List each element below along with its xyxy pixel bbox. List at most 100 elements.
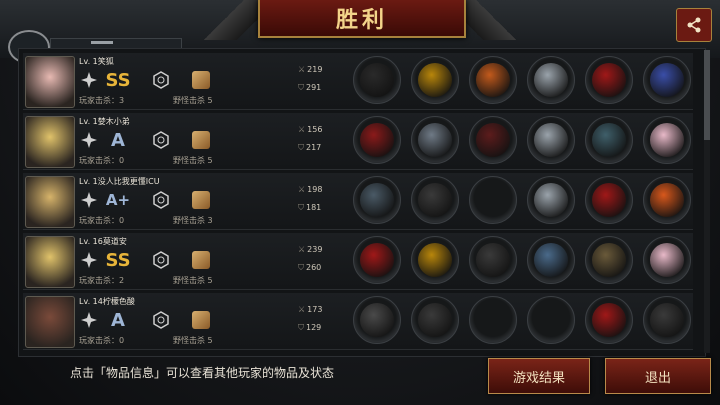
game-result-button[interactable]: 游戏结果 bbox=[488, 358, 590, 394]
item-icon bbox=[360, 303, 394, 337]
defense-stat: ⛉ 129 bbox=[298, 323, 321, 333]
item-icon bbox=[534, 183, 568, 217]
share-button[interactable] bbox=[676, 8, 712, 42]
item-icon bbox=[476, 63, 510, 97]
defense-value: 260 bbox=[306, 263, 322, 272]
monster-kills: 野怪击杀 5 bbox=[173, 276, 213, 285]
item-slot[interactable] bbox=[469, 236, 517, 284]
shield-icon: ⛉ bbox=[298, 203, 304, 212]
defense-value: 291 bbox=[306, 83, 322, 92]
player-row[interactable]: Lv. 14柠檬色酸 A 玩家击杀：0 野怪击杀 5 ⚔ 173 ⛉ 129 bbox=[23, 293, 693, 350]
item-slot[interactable] bbox=[411, 116, 459, 164]
item-icon bbox=[592, 63, 626, 97]
item-icon bbox=[360, 243, 394, 277]
attack-value: 156 bbox=[307, 125, 323, 134]
item-slot[interactable] bbox=[469, 296, 517, 344]
item-slot[interactable] bbox=[527, 296, 575, 344]
item-icon bbox=[418, 183, 452, 217]
footer-hint: 点击「物品信息」可以查看其他玩家的物品及状态 bbox=[70, 366, 335, 380]
item-icon bbox=[592, 123, 626, 157]
player-kills: 玩家击杀：0 bbox=[79, 336, 125, 345]
exit-button[interactable]: 退出 bbox=[605, 358, 711, 394]
buff-icon bbox=[191, 250, 211, 270]
player-kills: 玩家击杀：2 bbox=[79, 276, 125, 285]
item-icon bbox=[592, 303, 626, 337]
item-slot[interactable] bbox=[585, 176, 633, 224]
item-slot[interactable] bbox=[411, 56, 459, 104]
rank-badge: SS bbox=[105, 69, 131, 91]
item-slot[interactable] bbox=[527, 236, 575, 284]
item-slot[interactable] bbox=[643, 56, 691, 104]
item-icon bbox=[534, 63, 568, 97]
shield-icon: ⛉ bbox=[298, 83, 304, 92]
item-slot[interactable] bbox=[469, 56, 517, 104]
item-slot[interactable] bbox=[643, 116, 691, 164]
results-panel: Lv. 1笑狐 SS 玩家击杀：3 野怪击杀 5 ⚔ 219 ⛉ 291 Lv. 1婪木小弟 A 玩… bbox=[18, 48, 706, 357]
item-slot[interactable] bbox=[353, 296, 401, 344]
emblem-icon bbox=[151, 70, 171, 90]
item-icon bbox=[650, 183, 684, 217]
player-row[interactable]: Lv. 1笑狐 SS 玩家击杀：3 野怪击杀 5 ⚔ 219 ⛉ 291 bbox=[23, 53, 693, 110]
attack-stat: ⚔ 173 bbox=[298, 305, 322, 314]
item-icon bbox=[592, 243, 626, 277]
buff-icon bbox=[191, 130, 211, 150]
scrollbar[interactable] bbox=[704, 50, 710, 353]
attack-stat: ⚔ 198 bbox=[298, 185, 322, 194]
rank-badge: A bbox=[111, 309, 125, 331]
player-portrait[interactable] bbox=[25, 56, 75, 108]
item-slot[interactable] bbox=[411, 296, 459, 344]
item-slot[interactable] bbox=[527, 176, 575, 224]
item-slot[interactable] bbox=[469, 116, 517, 164]
defense-value: 181 bbox=[306, 203, 322, 212]
item-slot[interactable] bbox=[585, 236, 633, 284]
victory-banner: 胜利 bbox=[258, 0, 466, 38]
item-slot[interactable] bbox=[469, 176, 517, 224]
player-level-name: Lv. 16莫道安 bbox=[79, 236, 127, 247]
player-row[interactable]: Lv. 1婪木小弟 A 玩家击杀：0 野怪击杀 5 ⚔ 156 ⛉ 217 bbox=[23, 113, 693, 170]
item-icon bbox=[650, 123, 684, 157]
defense-value: 129 bbox=[306, 323, 322, 332]
player-level-name: Lv. 1婪木小弟 bbox=[79, 116, 130, 127]
skill-icon bbox=[79, 310, 99, 330]
player-portrait[interactable] bbox=[25, 176, 75, 228]
player-list[interactable]: Lv. 1笑狐 SS 玩家击杀：3 野怪击杀 5 ⚔ 219 ⛉ 291 Lv. 1婪木小弟 A 玩… bbox=[23, 53, 701, 353]
skill-icon bbox=[79, 250, 99, 270]
item-slot[interactable] bbox=[411, 176, 459, 224]
shield-icon: ⛉ bbox=[298, 323, 304, 332]
item-slot[interactable] bbox=[527, 56, 575, 104]
item-slot[interactable] bbox=[585, 116, 633, 164]
player-portrait[interactable] bbox=[25, 296, 75, 348]
defense-stat: ⛉ 181 bbox=[298, 203, 321, 213]
monster-kills: 野怪击杀 5 bbox=[173, 156, 213, 165]
player-name: 笑狐 bbox=[97, 57, 114, 66]
item-slot[interactable] bbox=[643, 236, 691, 284]
player-row[interactable]: Lv. 1没人比我更懂ICU A+ 玩家击杀：0 野怪击杀 3 ⚔ 198 ⛉ 181 bbox=[23, 173, 693, 230]
item-icon bbox=[418, 303, 452, 337]
player-portrait[interactable] bbox=[25, 236, 75, 288]
scrollbar-thumb[interactable] bbox=[704, 50, 710, 140]
item-slot[interactable] bbox=[643, 296, 691, 344]
item-slot[interactable] bbox=[585, 56, 633, 104]
item-slot[interactable] bbox=[643, 176, 691, 224]
page-title: 胜利 bbox=[335, 8, 388, 33]
player-level-name: Lv. 1没人比我更懂ICU bbox=[79, 176, 160, 187]
item-slot[interactable] bbox=[585, 296, 633, 344]
emblem-icon bbox=[151, 250, 171, 270]
player-name: 婪木小弟 bbox=[97, 117, 130, 126]
item-slot[interactable] bbox=[353, 236, 401, 284]
monster-kills: 野怪击杀 5 bbox=[173, 336, 213, 345]
player-kills: 玩家击杀：3 bbox=[79, 96, 125, 105]
buff-icon bbox=[191, 190, 211, 210]
emblem-icon bbox=[151, 190, 171, 210]
crossed-swords-icon: ⚔ bbox=[298, 245, 306, 254]
item-slot[interactable] bbox=[527, 116, 575, 164]
crossed-swords-icon: ⚔ bbox=[298, 185, 306, 194]
item-slot[interactable] bbox=[353, 56, 401, 104]
item-slot[interactable] bbox=[353, 116, 401, 164]
item-slot[interactable] bbox=[353, 176, 401, 224]
player-level-name: Lv. 14柠檬色酸 bbox=[79, 296, 135, 307]
player-row[interactable]: Lv. 16莫道安 SS 玩家击杀：2 野怪击杀 5 ⚔ 239 ⛉ 260 bbox=[23, 233, 693, 290]
player-portrait[interactable] bbox=[25, 116, 75, 168]
item-slot[interactable] bbox=[411, 236, 459, 284]
item-icon bbox=[476, 243, 510, 277]
